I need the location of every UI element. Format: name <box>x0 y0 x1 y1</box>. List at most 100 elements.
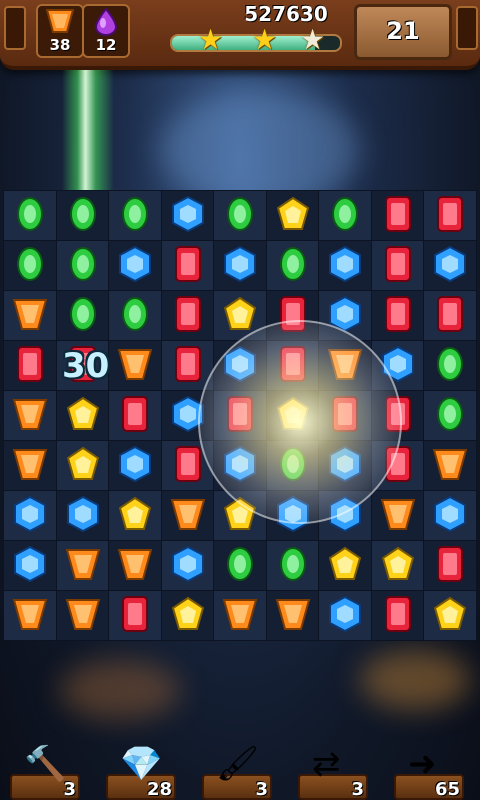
board-cell[interactable] <box>160 540 215 591</box>
board-cell[interactable] <box>370 590 425 641</box>
red-gem-icon <box>430 544 470 588</box>
board-cell[interactable] <box>213 440 267 491</box>
hammer-icon: 🔨 <box>24 744 67 784</box>
board-cell[interactable] <box>370 440 425 491</box>
board-cell[interactable] <box>265 340 320 391</box>
board-cell[interactable] <box>370 290 425 341</box>
board-cell[interactable] <box>318 440 372 491</box>
board-cell[interactable] <box>108 240 162 291</box>
board-cell[interactable] <box>318 290 372 341</box>
board-cell[interactable] <box>265 190 320 241</box>
board-cell[interactable] <box>318 240 372 291</box>
board-cell[interactable] <box>423 490 477 541</box>
red-gem-icon <box>168 294 208 338</box>
board-cell[interactable] <box>265 290 320 341</box>
board-cell[interactable] <box>3 440 57 491</box>
paintbrush-booster[interactable]: 🖌 3 <box>196 744 274 800</box>
blue-gem-icon <box>115 244 155 288</box>
board-cell[interactable] <box>370 190 425 241</box>
board-cell[interactable] <box>108 390 162 441</box>
board-cell[interactable] <box>108 440 162 491</box>
board-cell[interactable] <box>423 340 477 391</box>
board-cell[interactable] <box>423 540 477 591</box>
board-cell[interactable] <box>423 590 477 641</box>
board-cell[interactable] <box>55 590 110 641</box>
board-cell[interactable] <box>108 190 162 241</box>
board-cell[interactable] <box>370 340 425 391</box>
board-cell[interactable] <box>370 240 425 291</box>
board-cell[interactable] <box>370 540 425 591</box>
board-cell[interactable] <box>318 190 372 241</box>
board-cell[interactable] <box>213 540 267 591</box>
board-cell[interactable] <box>265 490 320 541</box>
board-cell[interactable] <box>423 290 477 341</box>
board-cell[interactable] <box>160 440 215 491</box>
board-cell[interactable] <box>213 490 267 541</box>
board-cell[interactable] <box>423 440 477 491</box>
board-cell[interactable] <box>3 290 57 341</box>
plus-five-moves-icon: ➜ <box>408 744 437 784</box>
board-cell[interactable] <box>423 240 477 291</box>
board-cell[interactable] <box>265 540 320 591</box>
board-cell[interactable] <box>108 340 162 391</box>
board-cell[interactable] <box>3 190 57 241</box>
board-cell[interactable] <box>108 590 162 641</box>
board-cell[interactable] <box>213 240 267 291</box>
swap-booster[interactable]: ⇄ 3 <box>292 744 370 800</box>
orange-gem-icon <box>10 444 50 488</box>
board-cell[interactable] <box>318 390 372 441</box>
board-cell[interactable] <box>55 290 110 341</box>
star-icon: ★ <box>300 23 326 56</box>
board-cell[interactable] <box>265 590 320 641</box>
extra-moves-booster[interactable]: ➜ 65 <box>388 744 466 800</box>
board-cell[interactable] <box>55 190 110 241</box>
board-cell[interactable] <box>55 390 110 441</box>
board-cell[interactable] <box>423 390 477 441</box>
board-cell[interactable] <box>160 390 215 441</box>
board-cell[interactable] <box>55 490 110 541</box>
board-cell[interactable] <box>160 240 215 291</box>
board-cell[interactable] <box>265 440 320 491</box>
board-cell[interactable] <box>3 590 57 641</box>
board-cell[interactable] <box>265 390 320 441</box>
star-icon: ★ <box>198 23 224 56</box>
board-cell[interactable] <box>160 490 215 541</box>
board-cell[interactable] <box>213 390 267 441</box>
board-cell[interactable] <box>318 490 372 541</box>
board-cell[interactable] <box>3 340 57 391</box>
gem-board[interactable] <box>3 190 477 641</box>
board-cell[interactable] <box>108 490 162 541</box>
blue-gem-icon <box>273 494 313 538</box>
red-gem-icon <box>273 344 313 388</box>
board-cell[interactable] <box>108 290 162 341</box>
rainbow-gem-booster[interactable]: 💎 28 <box>100 744 178 800</box>
board-cell[interactable] <box>108 540 162 591</box>
board-cell[interactable] <box>55 540 110 591</box>
board-cell[interactable] <box>3 390 57 441</box>
board-cell[interactable] <box>213 340 267 391</box>
board-cell[interactable] <box>160 190 215 241</box>
board-cell[interactable] <box>160 290 215 341</box>
board-cell[interactable] <box>318 590 372 641</box>
board-cell[interactable] <box>370 490 425 541</box>
board-cell[interactable] <box>160 340 215 391</box>
board-cell[interactable] <box>3 240 57 291</box>
board-cell[interactable] <box>3 490 57 541</box>
board-cell[interactable] <box>318 340 372 391</box>
board-cell[interactable] <box>55 440 110 491</box>
hammer-booster[interactable]: 🔨 3 <box>4 744 82 800</box>
board-cell[interactable] <box>160 590 215 641</box>
yellow-gem-icon <box>430 594 470 638</box>
board-cell[interactable] <box>213 590 267 641</box>
board-cell[interactable] <box>3 540 57 591</box>
board-cell[interactable] <box>423 190 477 241</box>
board-cell[interactable] <box>318 540 372 591</box>
board-cell[interactable] <box>55 240 110 291</box>
booster-count: 3 <box>351 779 364 800</box>
board-cell[interactable] <box>370 390 425 441</box>
red-gem-icon <box>168 244 208 288</box>
board-cell[interactable] <box>213 290 267 341</box>
board-cell[interactable] <box>213 190 267 241</box>
blue-gem-icon <box>378 344 418 388</box>
board-cell[interactable] <box>265 240 320 291</box>
